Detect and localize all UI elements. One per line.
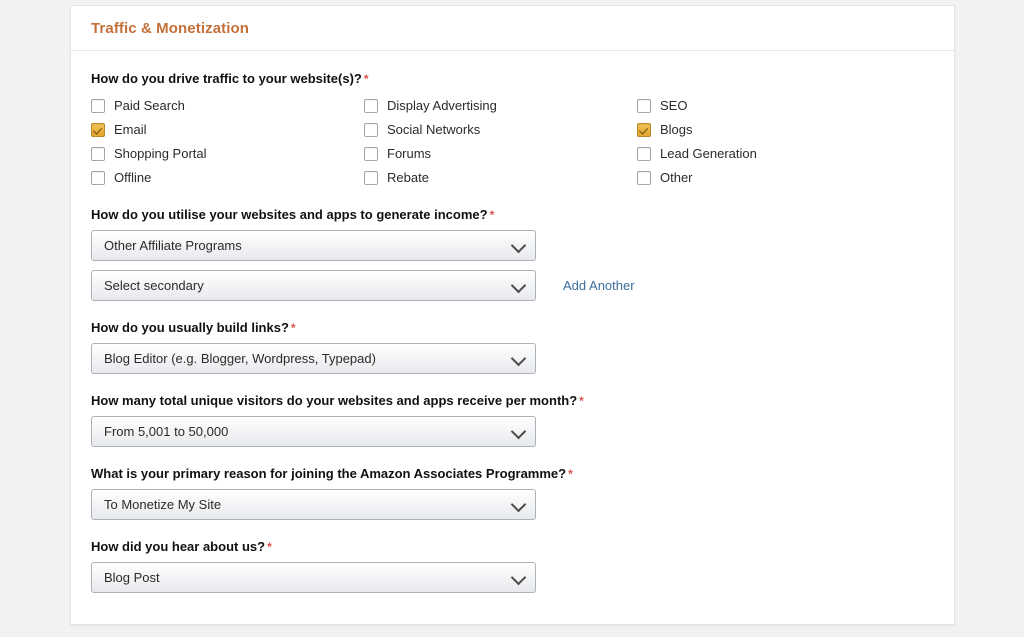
select-hear-about-us[interactable]: Blog Post bbox=[91, 562, 536, 593]
select-visitors[interactable]: From 5,001 to 50,000 bbox=[91, 416, 536, 447]
select-build-links[interactable]: Blog Editor (e.g. Blogger, Wordpress, Ty… bbox=[91, 343, 536, 374]
checkbox-label: Offline bbox=[114, 170, 151, 186]
select-value: Blog Editor (e.g. Blogger, Wordpress, Ty… bbox=[92, 351, 410, 367]
checkbox-label: Blogs bbox=[660, 122, 693, 138]
checkbox-box[interactable] bbox=[364, 147, 378, 161]
chevron-down-icon bbox=[511, 350, 527, 366]
checkbox-shopping-portal[interactable]: Shopping Portal bbox=[91, 142, 364, 166]
traffic-monetization-card: Traffic & Monetization How do you drive … bbox=[70, 5, 955, 625]
chevron-down-icon bbox=[511, 496, 527, 512]
checkbox-label: Other bbox=[660, 170, 693, 186]
spacer bbox=[91, 301, 934, 319]
checkbox-box-checked[interactable] bbox=[91, 123, 105, 137]
checkbox-offline[interactable]: Offline bbox=[91, 166, 364, 190]
question-label-reason: What is your primary reason for joining … bbox=[91, 465, 934, 483]
checkbox-label: Lead Generation bbox=[660, 146, 757, 162]
checkbox-lead-generation[interactable]: Lead Generation bbox=[637, 142, 934, 166]
checkbox-label: SEO bbox=[660, 98, 687, 114]
checkbox-email[interactable]: Email bbox=[91, 118, 364, 142]
checkbox-display-advertising[interactable]: Display Advertising bbox=[364, 94, 637, 118]
checkbox-blogs[interactable]: Blogs bbox=[637, 118, 934, 142]
checkbox-forums[interactable]: Forums bbox=[364, 142, 637, 166]
spacer bbox=[91, 447, 934, 465]
select-value: To Monetize My Site bbox=[92, 497, 255, 513]
add-another-link[interactable]: Add Another bbox=[563, 278, 635, 294]
question-text-hear: How did you hear about us? bbox=[91, 539, 265, 554]
question-text-income: How do you utilise your websites and app… bbox=[91, 207, 488, 222]
required-asterisk: * bbox=[568, 467, 573, 481]
field-group-links: How do you usually build links?* Blog Ed… bbox=[91, 319, 934, 374]
checkbox-label: Paid Search bbox=[114, 98, 185, 114]
question-label-hear: How did you hear about us?* bbox=[91, 538, 934, 556]
checkbox-box[interactable] bbox=[364, 123, 378, 137]
spacer bbox=[91, 520, 934, 538]
checkbox-box[interactable] bbox=[637, 147, 651, 161]
checkbox-other[interactable]: Other bbox=[637, 166, 934, 190]
spacer bbox=[91, 374, 934, 392]
question-text-links: How do you usually build links? bbox=[91, 320, 289, 335]
checkbox-paid-search[interactable]: Paid Search bbox=[91, 94, 364, 118]
select-value: From 5,001 to 50,000 bbox=[92, 424, 262, 440]
question-label-traffic: How do you drive traffic to your website… bbox=[91, 70, 934, 88]
required-asterisk: * bbox=[291, 321, 296, 335]
select-reason[interactable]: To Monetize My Site bbox=[91, 489, 536, 520]
field-group-income: How do you utilise your websites and app… bbox=[91, 206, 934, 301]
field-group-reason: What is your primary reason for joining … bbox=[91, 465, 934, 520]
select-value: Other Affiliate Programs bbox=[92, 238, 276, 254]
required-asterisk: * bbox=[267, 540, 272, 554]
checkbox-label: Social Networks bbox=[387, 122, 480, 138]
select-value: Blog Post bbox=[92, 570, 194, 586]
card-body: How do you drive traffic to your website… bbox=[71, 51, 954, 593]
chevron-down-icon bbox=[511, 237, 527, 253]
question-label-links: How do you usually build links?* bbox=[91, 319, 934, 337]
checkbox-label: Display Advertising bbox=[387, 98, 497, 114]
checkbox-box[interactable] bbox=[637, 171, 651, 185]
checkbox-label: Rebate bbox=[387, 170, 429, 186]
income-primary-row: Other Affiliate Programs bbox=[91, 230, 934, 261]
chevron-down-icon bbox=[511, 569, 527, 585]
checkbox-label: Shopping Portal bbox=[114, 146, 207, 162]
checkbox-box[interactable] bbox=[91, 147, 105, 161]
checkbox-box[interactable] bbox=[637, 99, 651, 113]
checkbox-box[interactable] bbox=[364, 99, 378, 113]
card-header: Traffic & Monetization bbox=[71, 6, 954, 51]
field-group-visitors: How many total unique visitors do your w… bbox=[91, 392, 934, 447]
checkbox-social-networks[interactable]: Social Networks bbox=[364, 118, 637, 142]
question-label-income: How do you utilise your websites and app… bbox=[91, 206, 934, 224]
checkbox-box[interactable] bbox=[364, 171, 378, 185]
chevron-down-icon bbox=[511, 423, 527, 439]
traffic-checkbox-grid: Paid Search Display Advertising SEO Emai… bbox=[91, 94, 934, 190]
checkbox-seo[interactable]: SEO bbox=[637, 94, 934, 118]
checkbox-box-checked[interactable] bbox=[637, 123, 651, 137]
select-income-secondary[interactable]: Select secondary bbox=[91, 270, 536, 301]
question-text-visitors: How many total unique visitors do your w… bbox=[91, 393, 577, 408]
checkbox-box[interactable] bbox=[91, 171, 105, 185]
checkbox-label: Email bbox=[114, 122, 147, 138]
question-text-reason: What is your primary reason for joining … bbox=[91, 466, 566, 481]
spacer bbox=[91, 261, 934, 270]
required-asterisk: * bbox=[490, 208, 495, 222]
field-group-traffic: How do you drive traffic to your website… bbox=[91, 70, 934, 190]
question-label-visitors: How many total unique visitors do your w… bbox=[91, 392, 934, 410]
page-root: Traffic & Monetization How do you drive … bbox=[0, 0, 1024, 637]
checkbox-label: Forums bbox=[387, 146, 431, 162]
checkbox-rebate[interactable]: Rebate bbox=[364, 166, 637, 190]
question-text-traffic: How do you drive traffic to your website… bbox=[91, 71, 362, 86]
required-asterisk: * bbox=[579, 394, 584, 408]
page-title: Traffic & Monetization bbox=[91, 20, 249, 37]
select-income-primary[interactable]: Other Affiliate Programs bbox=[91, 230, 536, 261]
required-asterisk: * bbox=[364, 72, 369, 86]
field-group-hear-about-us: How did you hear about us?* Blog Post bbox=[91, 538, 934, 593]
income-secondary-row: Select secondary Add Another bbox=[91, 270, 934, 301]
chevron-down-icon bbox=[511, 277, 527, 293]
checkbox-box[interactable] bbox=[91, 99, 105, 113]
select-value: Select secondary bbox=[92, 278, 238, 294]
